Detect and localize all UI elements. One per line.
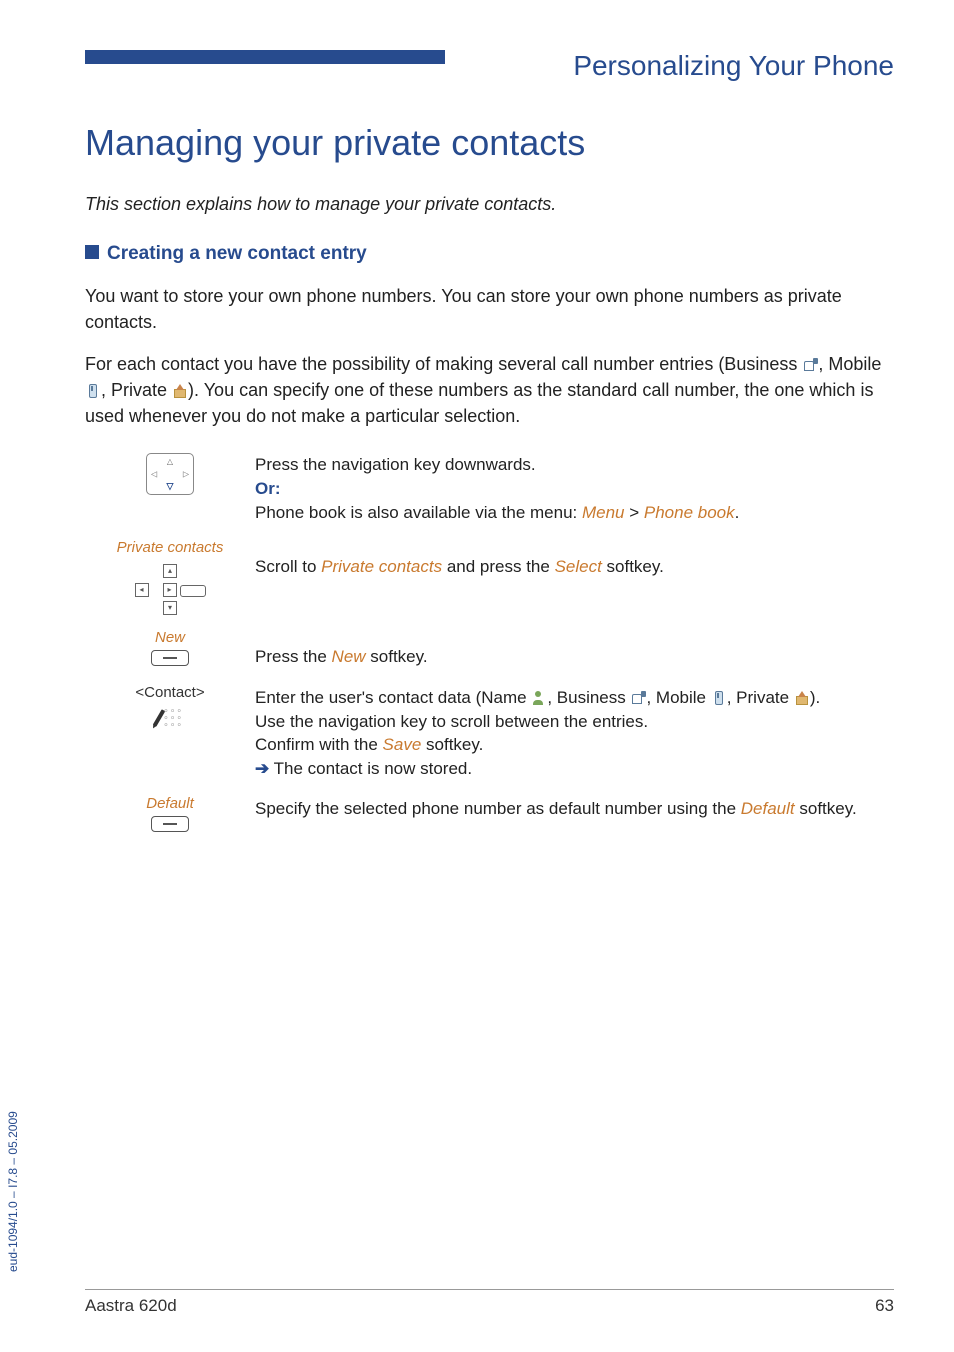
private-orange: Private contacts [321, 557, 442, 576]
subheading-text: Creating a new contact entry [107, 243, 367, 264]
para2-pre: For each contact you have the possibilit… [85, 354, 802, 374]
nav-line1: Press the navigation key downwards. [255, 455, 536, 474]
step-contact-text: Enter the user's contact data (Name , Bu… [255, 684, 894, 781]
private-icon [172, 384, 188, 398]
nav-menu: Menu [582, 503, 625, 522]
footer-page-number: 63 [875, 1296, 894, 1316]
default-orange: Default [741, 799, 795, 818]
mobile-icon [711, 691, 727, 705]
contact-1b: , Business [547, 688, 630, 707]
default-b: softkey. [795, 799, 857, 818]
private-a: Scroll to [255, 557, 321, 576]
step-contact: <Contact> ∘∘∘∘∘∘∘∘∘ Enter the user's con… [85, 684, 894, 781]
step-private-label: Private contacts [85, 539, 255, 556]
softkey-icon [151, 650, 189, 666]
document-id-side: eud-1094/1.0 – I7.8 – 05.2009 [6, 1111, 20, 1272]
navigation-key-icon: △▽◁▷ [146, 453, 194, 495]
new-a: Press the [255, 647, 332, 666]
business-icon [630, 691, 646, 705]
step-private-icon-col: Private contacts ▴ ◂▸ ▾ [85, 539, 255, 615]
step-nav-icon-col: △▽◁▷ [85, 451, 255, 499]
step-new-label: New [85, 629, 255, 646]
nav-gt: > [625, 503, 644, 522]
contact-1e: ). [810, 688, 820, 707]
private-icon [794, 691, 810, 705]
paragraph-1: You want to store your own phone numbers… [85, 283, 894, 335]
new-orange: New [332, 647, 366, 666]
edit-pen-icon: ∘∘∘∘∘∘∘∘∘ [157, 705, 183, 727]
main-heading: Managing your private contacts [85, 122, 894, 164]
contact-3b: softkey. [421, 735, 483, 754]
nav-select-icon: ▴ ◂▸ ▾ [135, 560, 206, 615]
step-private-text: Scroll to Private contacts and press the… [255, 539, 894, 579]
steps-list: △▽◁▷ Press the navigation key downwards.… [85, 451, 894, 836]
private-select: Select [555, 557, 602, 576]
subheading: Creating a new contact entry [85, 243, 894, 265]
step-default: Default Specify the selected phone numbe… [85, 795, 894, 836]
step-contact-icon-col: <Contact> ∘∘∘∘∘∘∘∘∘ [85, 684, 255, 731]
footer-model: Aastra 620d [85, 1296, 177, 1316]
contact-1d: , Private [727, 688, 794, 707]
contact-1a: Enter the user's contact data (Name [255, 688, 531, 707]
step-new-icon-col: New [85, 629, 255, 670]
private-b: and press the [442, 557, 554, 576]
step-contact-label: <Contact> [85, 684, 255, 701]
contact-3a: Confirm with the [255, 735, 383, 754]
step-private: Private contacts ▴ ◂▸ ▾ Scroll to Privat… [85, 539, 894, 615]
arrow-icon: ➔ [255, 759, 269, 778]
step-new: New Press the New softkey. [85, 629, 894, 670]
name-icon [531, 691, 547, 705]
contact-save: Save [383, 735, 422, 754]
page-header: Personalizing Your Phone [85, 50, 894, 82]
nav-phonebook: Phone book [644, 503, 735, 522]
paragraph-2: For each contact you have the possibilit… [85, 351, 894, 429]
header-bar [85, 50, 445, 64]
step-default-label: Default [85, 795, 255, 812]
step-nav-text: Press the navigation key downwards. Or: … [255, 451, 894, 524]
nav-dot: . [735, 503, 740, 522]
bullet-square-icon [85, 245, 99, 259]
nav-line2a: Phone book is also available via the men… [255, 503, 582, 522]
nav-or: Or: [255, 479, 281, 498]
page-footer: Aastra 620d 63 [85, 1289, 894, 1316]
mobile-icon [85, 384, 101, 398]
contact-line2: Use the navigation key to scroll between… [255, 712, 648, 731]
step-default-icon-col: Default [85, 795, 255, 836]
new-b: softkey. [366, 647, 428, 666]
softkey-icon [151, 816, 189, 832]
para2-post: ). You can specify one of these numbers … [85, 380, 873, 426]
step-nav: △▽◁▷ Press the navigation key downwards.… [85, 451, 894, 524]
intro-text: This section explains how to manage your… [85, 194, 894, 215]
default-a: Specify the selected phone number as def… [255, 799, 741, 818]
contact-line4: The contact is now stored. [269, 759, 472, 778]
step-new-text: Press the New softkey. [255, 629, 894, 669]
para2-mid2: , Private [101, 380, 172, 400]
step-default-text: Specify the selected phone number as def… [255, 795, 894, 821]
contact-1c: , Mobile [646, 688, 710, 707]
business-icon [802, 358, 818, 372]
private-c: softkey. [602, 557, 664, 576]
para2-mid1: , Mobile [818, 354, 881, 374]
